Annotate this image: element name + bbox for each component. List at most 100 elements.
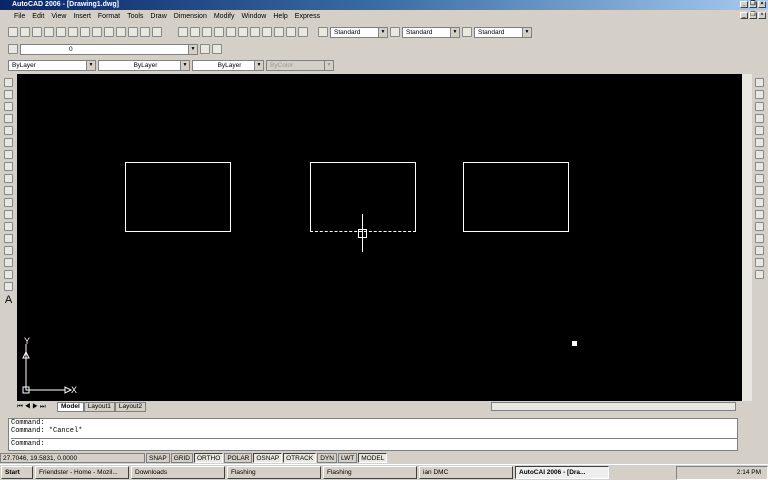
make-block-icon[interactable]: [4, 222, 13, 231]
rectangle-1[interactable]: [125, 162, 231, 232]
start-button[interactable]: Start: [1, 466, 33, 479]
cut-icon[interactable]: [80, 27, 90, 37]
menu-view[interactable]: View: [51, 13, 66, 20]
close-button[interactable]: ×: [758, 1, 766, 8]
gradient-icon[interactable]: [4, 258, 13, 267]
insert-block-icon[interactable]: [4, 210, 13, 219]
restore-button[interactable]: ❐: [749, 1, 757, 8]
redo-icon[interactable]: [152, 27, 162, 37]
copy-object-icon[interactable]: [755, 90, 764, 99]
tab-navigation-arrows[interactable]: ⏮ ◀ ▶ ⏭: [17, 403, 57, 411]
horizontal-scrollbar[interactable]: [491, 402, 737, 411]
undo-icon[interactable]: [140, 27, 150, 37]
extend-icon[interactable]: [755, 198, 764, 207]
trim-icon[interactable]: [755, 186, 764, 195]
matchprop-icon[interactable]: [116, 27, 126, 37]
taskbar-item[interactable]: Friendster - Home - Mozil...: [35, 466, 129, 479]
scale-icon[interactable]: [755, 162, 764, 171]
coordinates-readout[interactable]: 27.7046, 19.5831, 0.0000: [0, 453, 145, 463]
lwt-toggle[interactable]: LWT: [337, 453, 358, 463]
otrack-toggle[interactable]: OTRACK: [283, 453, 317, 463]
lineweight-select[interactable]: ByLayer ▼: [192, 59, 264, 71]
doc-close-button[interactable]: ×: [758, 12, 766, 19]
spline-icon[interactable]: [4, 174, 13, 183]
break-icon[interactable]: [755, 222, 764, 231]
minimize-button[interactable]: _: [740, 1, 748, 8]
hatch-icon[interactable]: [4, 246, 13, 255]
text-style-select[interactable]: Standard ▼: [330, 26, 388, 38]
table-style-select[interactable]: Standard ▼: [474, 26, 532, 38]
menu-draw[interactable]: Draw: [150, 13, 166, 20]
stretch-icon[interactable]: [755, 174, 764, 183]
menu-dimension[interactable]: Dimension: [174, 13, 207, 20]
menu-insert[interactable]: Insert: [73, 13, 91, 20]
menu-help[interactable]: Help: [273, 13, 287, 20]
point-icon[interactable]: [4, 234, 13, 243]
taskbar-item-active[interactable]: AutoCAI 2006 - [Dra...: [515, 466, 609, 479]
array-icon[interactable]: [755, 126, 764, 135]
designcenter-icon[interactable]: [238, 27, 248, 37]
rectangle-2[interactable]: [310, 162, 416, 232]
blockeditor-icon[interactable]: [128, 27, 138, 37]
menu-file[interactable]: File: [14, 13, 25, 20]
drawing-canvas[interactable]: Y X: [17, 74, 742, 401]
model-toggle[interactable]: MODEL: [358, 453, 388, 463]
preview-icon[interactable]: [56, 27, 66, 37]
menu-window[interactable]: Window: [241, 13, 266, 20]
menu-express[interactable]: Express: [295, 13, 320, 20]
osnap-toggle[interactable]: OSNAP: [253, 453, 283, 463]
table-icon[interactable]: [4, 282, 13, 291]
menu-edit[interactable]: Edit: [32, 13, 44, 20]
region-icon[interactable]: [4, 270, 13, 279]
tab-layout2[interactable]: Layout2: [114, 401, 147, 412]
zoom-realtime-icon[interactable]: [190, 27, 200, 37]
zoom-window-icon[interactable]: [202, 27, 212, 37]
linetype-select[interactable]: ByLayer ▼: [98, 59, 190, 71]
save-icon[interactable]: [32, 27, 42, 37]
layer-previous-icon[interactable]: [212, 44, 222, 54]
menu-tools[interactable]: Tools: [127, 13, 143, 20]
erase-icon[interactable]: [755, 78, 764, 87]
publish-icon[interactable]: [68, 27, 78, 37]
taskbar-item[interactable]: Flashing: [227, 466, 321, 479]
tab-layout1[interactable]: Layout1: [83, 401, 115, 412]
open-icon[interactable]: [20, 27, 30, 37]
polar-toggle[interactable]: POLAR: [224, 453, 253, 463]
rectangle-icon[interactable]: [4, 126, 13, 135]
taskbar-item[interactable]: Downloads: [131, 466, 225, 479]
menu-modify[interactable]: Modify: [214, 13, 235, 20]
ellipse-arc-icon[interactable]: [4, 198, 13, 207]
taskbar-item[interactable]: ian DMC: [419, 466, 513, 479]
taskbar-item[interactable]: Flashing: [323, 466, 417, 479]
pan-icon[interactable]: [178, 27, 188, 37]
help-icon[interactable]: [298, 27, 308, 37]
calculator-icon[interactable]: [286, 27, 296, 37]
menu-format[interactable]: Format: [98, 13, 120, 20]
xline-icon[interactable]: [4, 90, 13, 99]
ellipse-icon[interactable]: [4, 186, 13, 195]
circle-icon[interactable]: [4, 150, 13, 159]
snap-toggle[interactable]: SNAP: [146, 453, 170, 463]
color-select[interactable]: ByLayer ▼: [8, 59, 96, 71]
sheetset-icon[interactable]: [262, 27, 272, 37]
line-icon[interactable]: [4, 78, 13, 87]
arc-icon[interactable]: [4, 138, 13, 147]
properties-icon[interactable]: [226, 27, 236, 37]
polygon-icon[interactable]: [4, 114, 13, 123]
tab-model[interactable]: Model: [57, 401, 84, 412]
rectangle-3[interactable]: [463, 162, 569, 232]
break-point-icon[interactable]: [755, 210, 764, 219]
revcloud-icon[interactable]: [4, 162, 13, 171]
move-icon[interactable]: [755, 138, 764, 147]
mirror-icon[interactable]: [755, 102, 764, 111]
explode-icon[interactable]: [755, 270, 764, 279]
toolpalettes-icon[interactable]: [250, 27, 260, 37]
print-icon[interactable]: [44, 27, 54, 37]
offset-icon[interactable]: [755, 114, 764, 123]
join-icon[interactable]: [755, 234, 764, 243]
chamfer-icon[interactable]: [755, 246, 764, 255]
paste-icon[interactable]: [104, 27, 114, 37]
mtext-icon[interactable]: A: [5, 294, 12, 306]
doc-minimize-button[interactable]: _: [740, 12, 748, 19]
layer-select[interactable]: 0 ▼: [20, 43, 198, 55]
